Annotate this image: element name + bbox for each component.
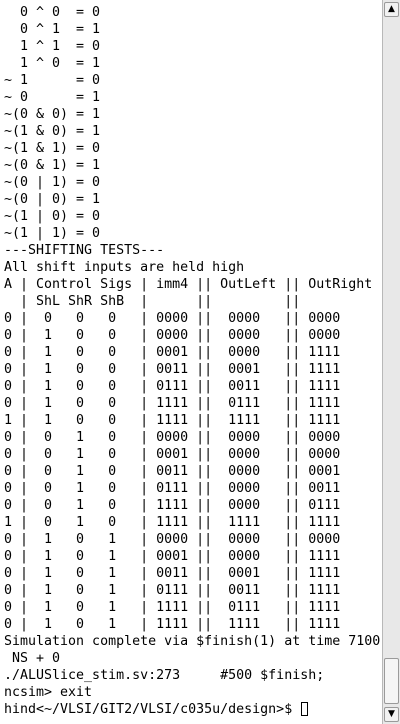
terminal-line: 0 | 1 0 0 | 0111 || 0011 || 1111: [4, 379, 341, 394]
terminal-line: 0 | 0 1 0 | 1111 || 0000 || 0111: [4, 498, 341, 513]
scroll-down-arrow-icon[interactable]: ▼: [384, 707, 399, 722]
terminal-line: 0 ^ 0 = 0: [4, 5, 101, 20]
terminal-line: 1 ^ 0 = 1: [4, 56, 101, 71]
terminal-line: 1 | 1 0 0 | 1111 || 1111 || 1111: [4, 413, 341, 428]
command-prompt-line[interactable]: hind<~/VLSI/GIT2/VLSI/c035u/design>$: [4, 701, 382, 718]
terminal-output: 0 ^ 0 = 0 0 ^ 1 = 1 1 ^ 1 = 0 1 ^ 0 = 1 ~…: [4, 4, 382, 718]
terminal-line: All shift inputs are held high: [4, 260, 245, 275]
terminal-line: ~ 0 = 1: [4, 90, 101, 105]
terminal-line: 0 | 1 0 1 | 0111 || 0011 || 1111: [4, 583, 341, 598]
terminal-line: 0 ^ 1 = 1: [4, 22, 101, 37]
terminal-line: ~(0 | 0) = 1: [4, 192, 101, 207]
terminal-line: 0 | 1 0 0 | 1111 || 0111 || 1111: [4, 396, 341, 411]
terminal-line: | ShL ShR ShB | || ||: [4, 294, 301, 309]
terminal-line: 0 | 1 0 1 | 0000 || 0000 || 0000: [4, 532, 341, 547]
terminal-line: ~(0 | 1) = 0: [4, 175, 101, 190]
terminal-line: 0 | 1 0 1 | 1111 || 0111 || 1111: [4, 600, 341, 615]
terminal-line: 0 | 1 0 1 | 0011 || 0001 || 1111: [4, 566, 341, 581]
terminal-line: 0 | 0 1 0 | 0111 || 0000 || 0011: [4, 481, 341, 496]
terminal-line: ~(1 | 0) = 0: [4, 209, 101, 224]
terminal-line: ~(0 & 1) = 1: [4, 158, 101, 173]
terminal-line: NS + 0: [4, 651, 61, 666]
terminal-line: ~ 1 = 0: [4, 73, 101, 88]
terminal-line: ./ALUSlice_stim.sv:273 #500 $finish;: [4, 668, 325, 683]
terminal-window[interactable]: 0 ^ 0 = 0 0 ^ 1 = 1 1 ^ 1 = 0 1 ^ 0 = 1 ~…: [0, 0, 382, 724]
terminal-line: 0 | 0 1 0 | 0000 || 0000 || 0000: [4, 430, 341, 445]
terminal-line: ~(1 & 1) = 0: [4, 141, 101, 156]
terminal-line: 0 | 0 1 0 | 0011 || 0000 || 0001: [4, 464, 341, 479]
terminal-line: ~(1 | 1) = 0: [4, 226, 101, 241]
terminal-line: 0 | 1 0 1 | 0001 || 0000 || 1111: [4, 549, 341, 564]
terminal-line: ---SHIFTING TESTS---: [4, 243, 165, 258]
terminal-line: Simulation complete via $finish(1) at ti…: [4, 634, 381, 649]
shell-prompt: hind<~/VLSI/GIT2/VLSI/c035u/design>$: [4, 702, 301, 717]
terminal-line: 1 ^ 1 = 0: [4, 39, 101, 54]
terminal-line: 1 | 0 1 0 | 1111 || 1111 || 1111: [4, 515, 341, 530]
scroll-up-arrow-icon[interactable]: ▲: [384, 2, 399, 17]
terminal-line: A | Control Sigs | imm4 || OutLeft || Ou…: [4, 277, 373, 292]
text-cursor: [301, 702, 309, 716]
vertical-scrollbar[interactable]: ▲ ▼: [382, 0, 400, 724]
terminal-line: ~(0 & 0) = 1: [4, 107, 101, 122]
terminal-line: 0 | 1 0 0 | 0001 || 0000 || 1111: [4, 345, 341, 360]
terminal-line: 0 | 0 0 0 | 0000 || 0000 || 0000: [4, 311, 341, 326]
terminal-line: 0 | 1 0 0 | 0000 || 0000 || 0000: [4, 328, 341, 343]
terminal-line: ~(1 & 0) = 1: [4, 124, 101, 139]
terminal-line: ncsim> exit: [4, 685, 93, 700]
terminal-line: 0 | 1 0 1 | 1111 || 1111 || 1111: [4, 617, 341, 632]
scrollbar-thumb[interactable]: [384, 658, 399, 704]
terminal-line: 0 | 1 0 0 | 0011 || 0001 || 1111: [4, 362, 341, 377]
terminal-line: 0 | 0 1 0 | 0001 || 0000 || 0000: [4, 447, 341, 462]
